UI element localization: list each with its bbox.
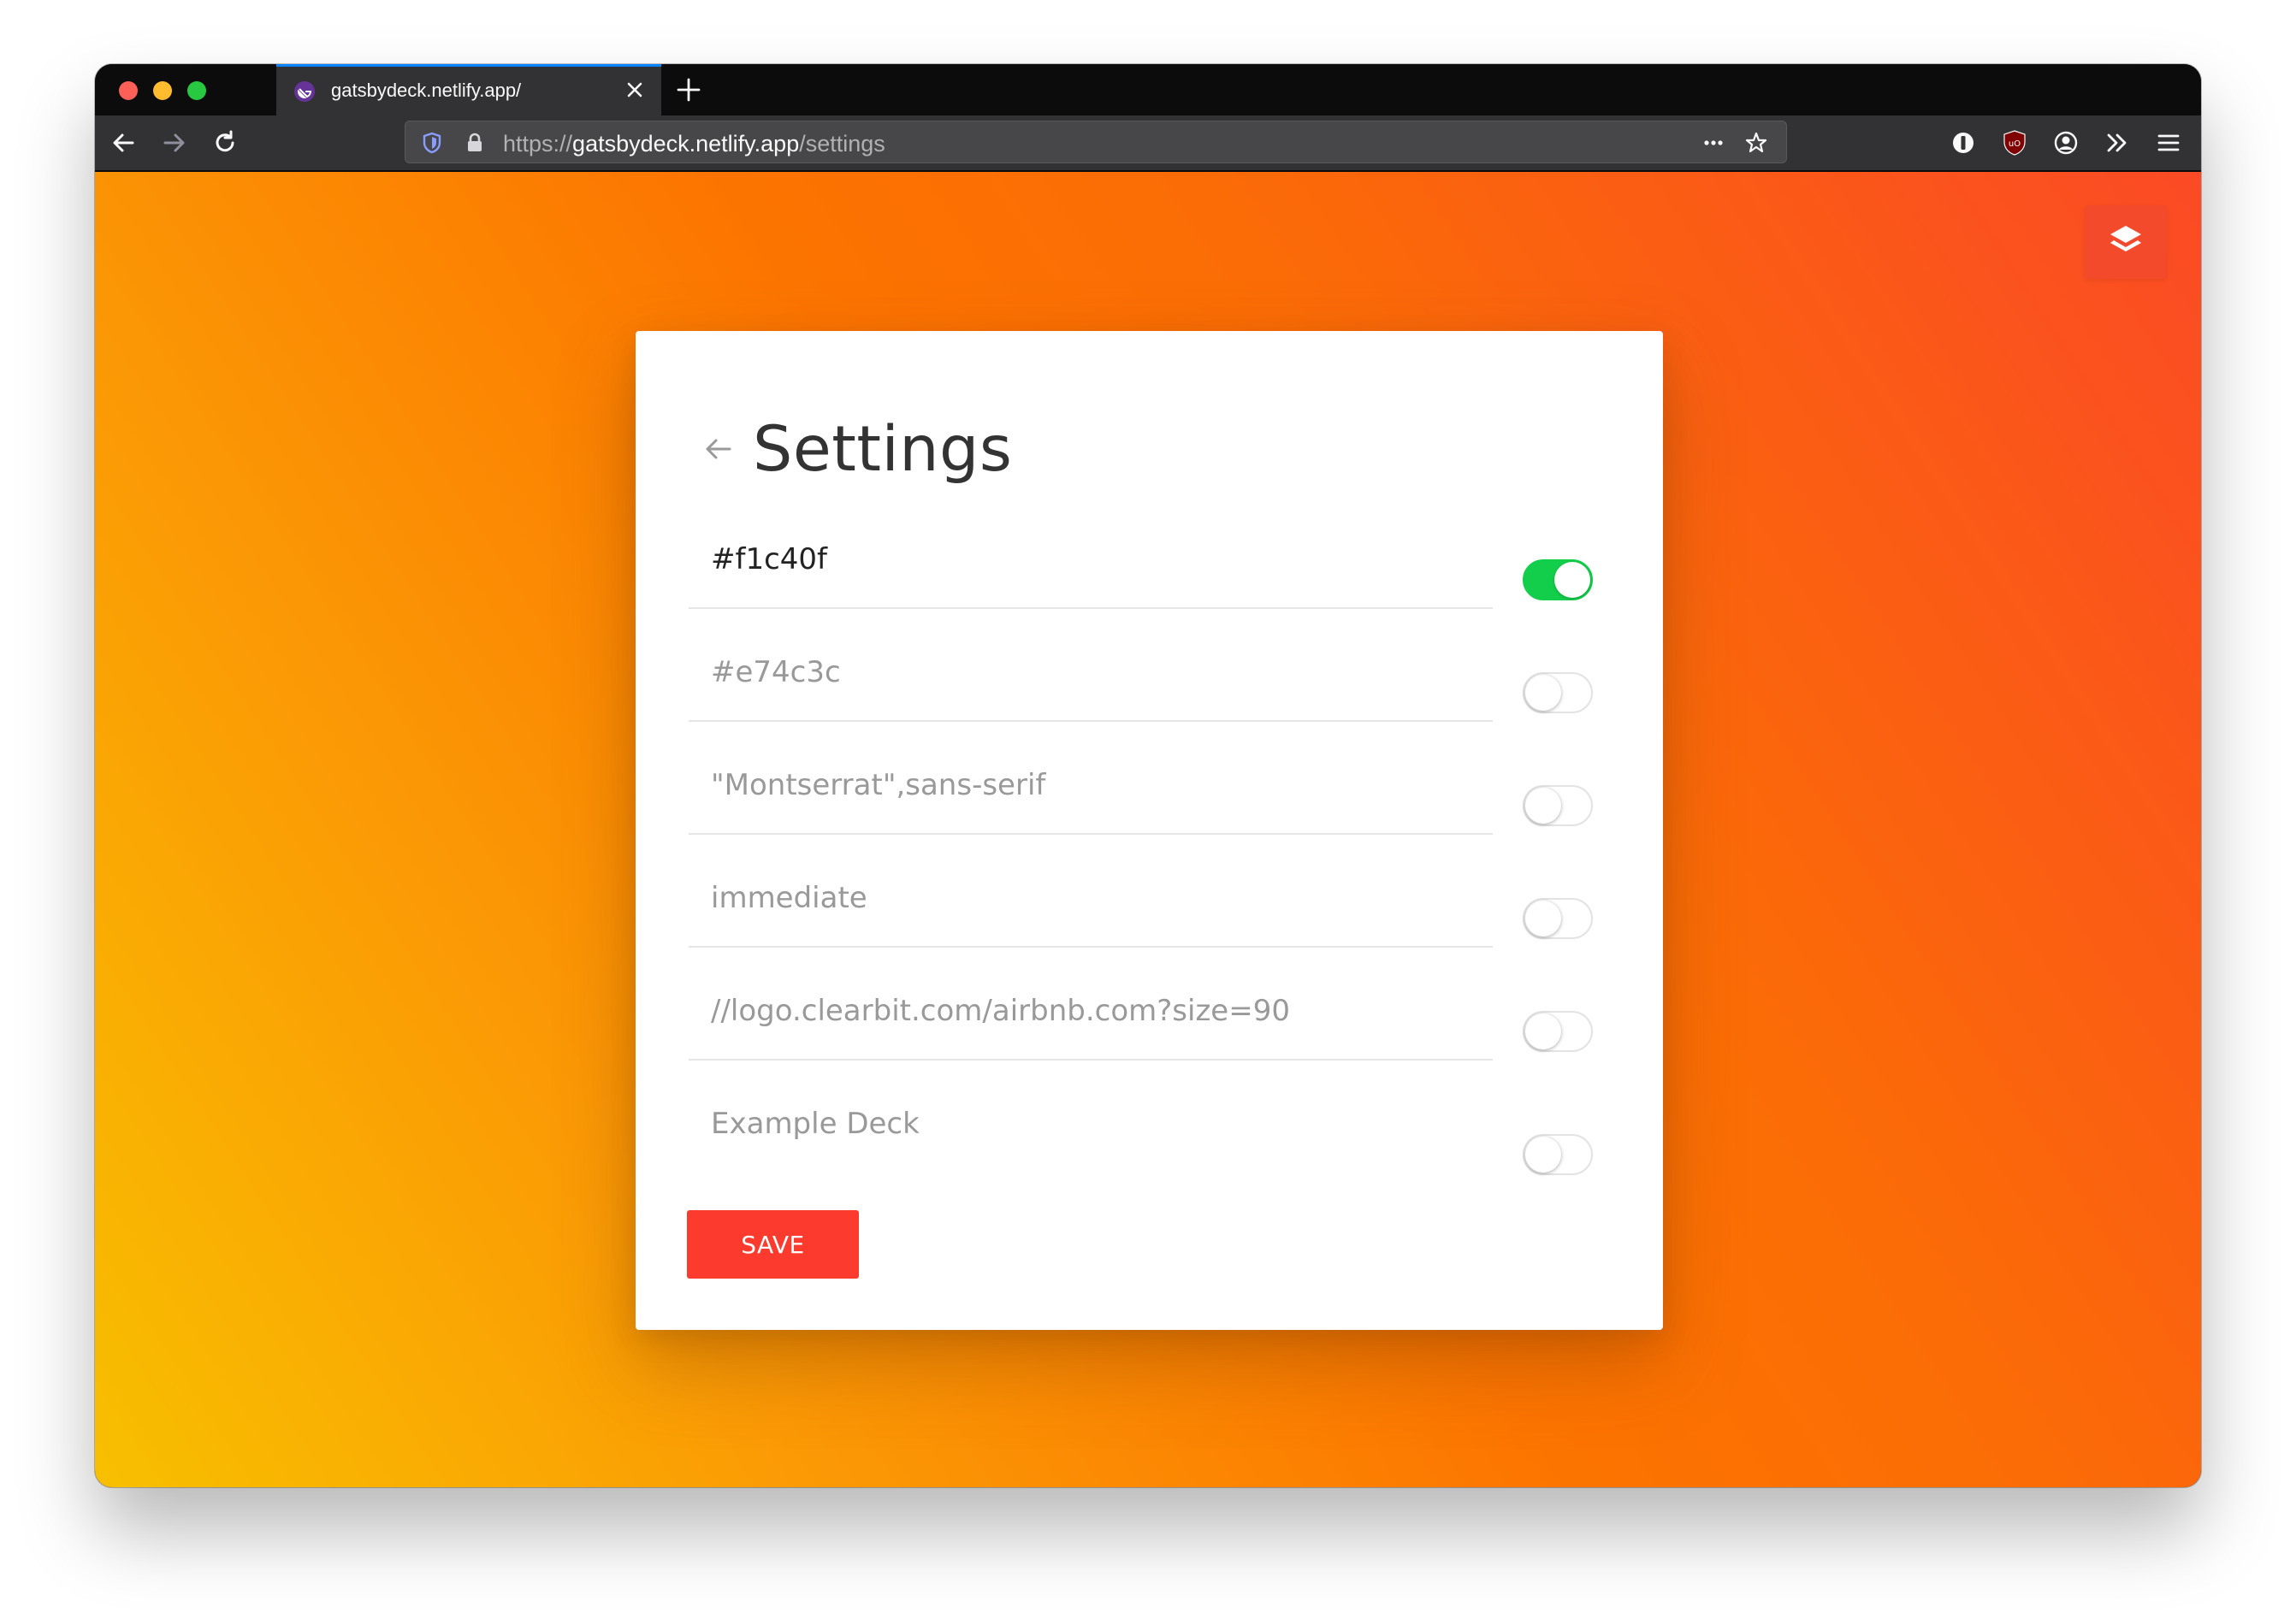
account-icon[interactable]	[2050, 127, 2081, 158]
setting-field[interactable]: #e74c3c	[689, 647, 1493, 722]
toggle-knob	[1525, 1137, 1561, 1173]
svg-text:uO: uO	[2009, 139, 2021, 149]
setting-field[interactable]: //logo.clearbit.com/airbnb.com?size=90	[689, 985, 1493, 1061]
setting-field[interactable]: immediate	[689, 872, 1493, 948]
reload-icon[interactable]	[208, 126, 242, 160]
ublock-icon[interactable]: uO	[1999, 127, 2030, 158]
setting-value: #f1c40f	[711, 542, 828, 576]
layers-icon	[2110, 226, 2141, 251]
back-arrow-icon[interactable]	[701, 432, 735, 466]
setting-value: Example Deck	[711, 1107, 920, 1141]
url-host: gatsbydeck.netlify.app	[572, 131, 800, 157]
toggle-knob	[1525, 1013, 1561, 1049]
forward-icon[interactable]	[157, 126, 191, 160]
setting-toggle[interactable]	[1523, 559, 1593, 600]
toggle-knob	[1554, 562, 1590, 598]
new-tab-icon[interactable]	[670, 71, 707, 109]
url-scheme: https://	[503, 131, 573, 157]
setting-toggle[interactable]	[1523, 898, 1593, 939]
gatsby-favicon-icon	[294, 81, 315, 102]
url-path: /settings	[799, 131, 885, 157]
toggle-knob	[1525, 675, 1561, 711]
menu-icon[interactable]	[2153, 127, 2184, 158]
settings-card: Settings #f1c40f #e74c3c "Montserrat",sa…	[636, 331, 1663, 1330]
setting-row: immediate	[689, 872, 1593, 949]
tab-title: gatsbydeck.netlify.app/	[331, 80, 522, 101]
setting-field[interactable]: Example Deck	[689, 1098, 1493, 1173]
minimize-window-button[interactable]	[153, 81, 172, 100]
maximize-window-button[interactable]	[187, 81, 206, 100]
more-icon[interactable]	[1701, 130, 1726, 156]
tab-strip: gatsbydeck.netlify.app/	[95, 64, 2201, 115]
setting-field[interactable]: "Montserrat",sans-serif	[689, 759, 1493, 835]
setting-value: //logo.clearbit.com/airbnb.com?size=90	[711, 994, 1290, 1028]
setting-field[interactable]: #f1c40f	[689, 534, 1493, 609]
url-text[interactable]: https://gatsbydeck.netlify.app/settings	[503, 131, 885, 157]
layers-button[interactable]	[2085, 205, 2167, 279]
browser-window: gatsbydeck.netlify.app/ https://gatsbyde…	[95, 64, 2201, 1487]
close-tab-icon[interactable]	[620, 75, 649, 104]
shield-icon[interactable]	[419, 130, 445, 156]
bookmark-star-icon[interactable]	[1743, 130, 1769, 156]
back-icon[interactable]	[107, 126, 141, 160]
toggle-knob	[1525, 788, 1561, 824]
setting-toggle[interactable]	[1523, 1011, 1593, 1052]
setting-toggle[interactable]	[1523, 785, 1593, 826]
setting-row: #f1c40f	[689, 534, 1593, 611]
info-icon[interactable]	[1948, 127, 1979, 158]
browser-tab[interactable]: gatsbydeck.netlify.app/	[276, 64, 661, 115]
setting-toggle[interactable]	[1523, 672, 1593, 713]
page-title: Settings	[753, 413, 1013, 486]
page-background: Settings #f1c40f #e74c3c "Montserrat",sa…	[95, 172, 2201, 1487]
setting-row: #e74c3c	[689, 647, 1593, 724]
nav-toolbar: https://gatsbydeck.netlify.app/settings …	[95, 115, 2201, 172]
setting-value: #e74c3c	[711, 655, 841, 689]
setting-row: //logo.clearbit.com/airbnb.com?size=90	[689, 985, 1593, 1062]
overflow-chevron-icon[interactable]	[2102, 127, 2133, 158]
setting-value: immediate	[711, 881, 867, 915]
setting-row: Example Deck	[689, 1098, 1593, 1175]
setting-value: "Montserrat",sans-serif	[711, 768, 1046, 802]
save-button[interactable]: SAVE	[687, 1210, 859, 1279]
lock-icon[interactable]	[462, 130, 488, 156]
setting-row: "Montserrat",sans-serif	[689, 759, 1593, 836]
close-window-button[interactable]	[119, 81, 138, 100]
toggle-knob	[1525, 901, 1561, 936]
url-bar[interactable]: https://gatsbydeck.netlify.app/settings	[405, 121, 1787, 163]
setting-toggle[interactable]	[1523, 1134, 1593, 1175]
